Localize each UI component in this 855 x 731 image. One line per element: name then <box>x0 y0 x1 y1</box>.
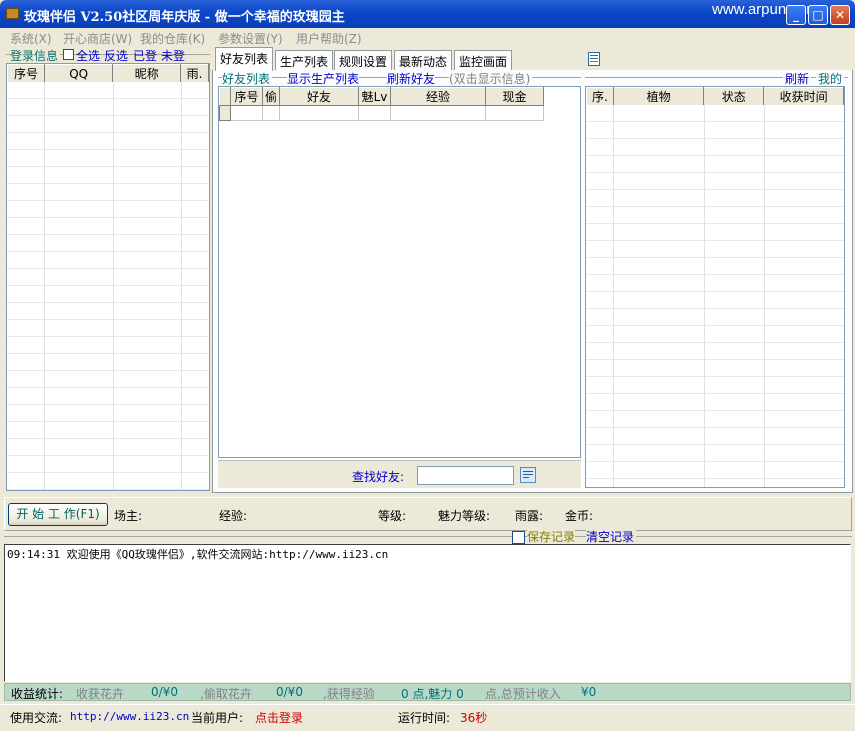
menu-settings[interactable]: 参数设置(Y) <box>218 30 283 47</box>
refresh-friends-link[interactable]: 刷新好友 <box>387 70 436 87</box>
col-charm-lv[interactable]: 魅Lv <box>358 87 392 106</box>
save-record-label[interactable]: 保存记录 <box>527 528 576 545</box>
not-logged-in-link[interactable]: 未登 <box>161 47 185 64</box>
col-index[interactable]: 序号 <box>7 64 45 83</box>
col-rain[interactable]: 雨. <box>180 64 209 83</box>
col-nickname[interactable]: 昵称 <box>112 64 182 83</box>
select-all-link[interactable]: 全选 <box>76 47 100 64</box>
click-login-link[interactable]: 点击登录 <box>255 709 303 726</box>
col-steal[interactable]: 偷 <box>261 87 281 106</box>
level-label: 等级: <box>378 509 407 523</box>
exp-gain-value: 0 点,魅力 0 <box>401 687 464 701</box>
invert-selection-link[interactable]: 反选 <box>104 47 128 64</box>
table-cell[interactable] <box>230 105 263 121</box>
show-production-link[interactable]: 显示生产列表 <box>287 70 360 87</box>
total-income-label: 点,总预计收入 <box>485 687 561 701</box>
income-label: 收益统计: <box>11 687 64 701</box>
menu-shop[interactable]: 开心商店(W) <box>63 30 132 47</box>
col-plant[interactable]: 植物 <box>612 87 705 106</box>
search-friend-input[interactable] <box>417 466 514 485</box>
row-indicator-header <box>219 87 231 106</box>
window-title: 玫瑰伴侣 V2.50社区周年庆版 - 做一个幸福的玫瑰园主 <box>24 10 345 25</box>
minimize-button[interactable]: _ <box>786 5 806 25</box>
account-list[interactable]: 序号 QQ 昵称 雨. <box>6 63 210 491</box>
search-icon[interactable] <box>520 467 536 483</box>
runtime-value: 36秒 <box>460 711 488 725</box>
row-indicator <box>219 105 231 121</box>
friends-table[interactable]: 序号 偷 好友 魅Lv 经验 现金 <box>218 86 581 458</box>
current-user-label: 当前用户: <box>191 711 244 725</box>
menu-help[interactable]: 用户帮助(Z) <box>296 30 362 47</box>
steal-value: 0/¥0 <box>276 685 303 699</box>
clear-record-link[interactable]: 清空记录 <box>586 528 637 545</box>
exp-gain-label: ,获得经验 <box>323 687 375 701</box>
col-friend[interactable]: 好友 <box>279 87 360 106</box>
tab-monitor[interactable]: 监控画面 <box>454 50 513 70</box>
search-friend-label: 查找好友: <box>352 470 405 484</box>
logged-in-link[interactable]: 已登 <box>133 47 157 64</box>
col-plant-index[interactable]: 序. <box>586 87 614 106</box>
owner-label: 场主: <box>114 509 143 523</box>
col-exp[interactable]: 经验 <box>390 87 487 106</box>
plant-rows <box>586 105 844 487</box>
menu-system[interactable]: 系统(X) <box>10 30 52 47</box>
col-harvest-time[interactable]: 收获时间 <box>763 87 844 106</box>
title-bar: 玫瑰伴侣 V2.50社区周年庆版 - 做一个幸福的玫瑰园主 www.arpun.… <box>0 0 855 28</box>
log-entry: 09:14:31 欢迎使用《QQ玫瑰伴侣》,软件交流网站:http://www.… <box>7 548 389 561</box>
total-income-value: ¥0 <box>581 685 597 699</box>
refresh-mine-link[interactable]: 刷新 <box>783 70 812 87</box>
close-button[interactable]: ✕ <box>830 5 850 25</box>
gold-label: 金币: <box>565 509 594 523</box>
harvest-value: 0/¥0 <box>151 685 178 699</box>
runtime-label: 运行时间: <box>398 711 451 725</box>
table-cell[interactable] <box>261 105 281 121</box>
friends-group-label: 好友列表 <box>222 70 273 87</box>
login-info-label: 登录信息 <box>10 47 61 64</box>
col-qq[interactable]: QQ <box>43 64 114 83</box>
double-click-hint: (双击显示信息) <box>449 70 533 87</box>
select-all-checkbox[interactable] <box>63 49 74 60</box>
account-rows <box>7 82 209 490</box>
log-group-border <box>4 536 852 537</box>
app-icon <box>6 8 19 19</box>
tab-news[interactable]: 最新动态 <box>394 50 453 70</box>
table-cell[interactable] <box>358 105 392 121</box>
income-bar: 收益统计: 收获花卉 0/¥0 ,偷取花卉 0/¥0 ,获得经验 0 点,魅力 … <box>4 683 851 701</box>
maximize-button[interactable]: □ <box>808 5 828 25</box>
steal-label: ,偷取花卉 <box>200 687 252 701</box>
log-area[interactable]: 09:14:31 欢迎使用《QQ玫瑰伴侣》,软件交流网站:http://www.… <box>4 544 851 682</box>
table-cell[interactable] <box>390 105 487 121</box>
my-plants-table[interactable]: 序. 植物 状态 收获时间 <box>585 86 845 488</box>
note-icon[interactable] <box>588 52 600 66</box>
col-state[interactable]: 状态 <box>703 87 765 106</box>
start-work-button[interactable]: 开 始 工 作(F1) <box>8 503 108 526</box>
mine-label: 我的 <box>816 70 845 87</box>
tab-production[interactable]: 生产列表 <box>275 50 334 70</box>
menu-bar: 系统(X) 开心商店(W) 我的仓库(K) 参数设置(Y) 用户帮助(Z) <box>0 28 855 46</box>
table-cell[interactable] <box>279 105 360 121</box>
table-cell[interactable] <box>485 105 545 121</box>
rain-label: 雨露: <box>515 509 544 523</box>
exp-label: 经验: <box>219 509 248 523</box>
menu-warehouse[interactable]: 我的仓库(K) <box>140 30 205 47</box>
exchange-label: 使用交流: <box>10 711 63 725</box>
charm-level-label: 魅力等级: <box>438 509 491 523</box>
tab-rules[interactable]: 规则设置 <box>334 50 393 70</box>
save-record-checkbox[interactable] <box>512 531 525 544</box>
harvest-label: 收获花卉 <box>76 687 125 701</box>
tab-friends[interactable]: 好友列表 <box>215 47 274 71</box>
col-cash[interactable]: 现金 <box>485 87 545 106</box>
exchange-url-link[interactable]: http://www.ii23.cn <box>70 710 189 723</box>
col-friend-index[interactable]: 序号 <box>230 87 263 106</box>
